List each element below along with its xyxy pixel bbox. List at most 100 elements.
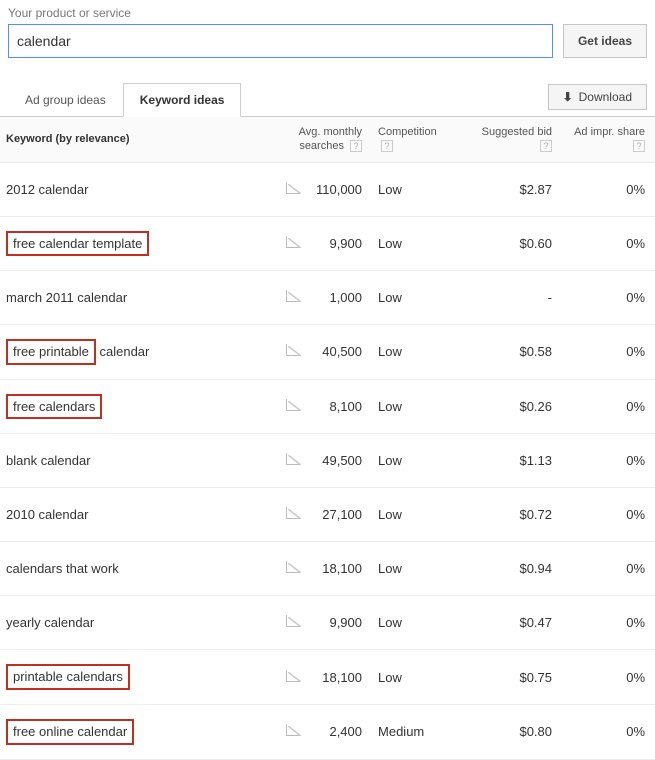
bid-cell: $0.72: [462, 488, 562, 542]
chart-icon: [286, 236, 300, 248]
table-header-row: Keyword (by relevance) Avg. monthly sear…: [0, 117, 655, 162]
chart-icon: [286, 399, 300, 411]
download-label: Download: [579, 90, 632, 104]
help-icon[interactable]: ?: [381, 140, 393, 152]
chart-icon: [286, 507, 300, 519]
table-row: march 2011 calendar 1,000Low-0%: [0, 271, 655, 325]
table-row: free printable calendar40,500Low$0.580%: [0, 325, 655, 380]
keyword-cell[interactable]: printable calendars: [0, 650, 280, 705]
searches-cell: 18,100: [304, 542, 372, 596]
keyword-cell[interactable]: march 2011 calendar: [0, 271, 280, 325]
keyword-table: Keyword (by relevance) Avg. monthly sear…: [0, 117, 655, 760]
chart-icon: [286, 344, 300, 356]
competition-cell: Low: [372, 271, 462, 325]
share-cell: 0%: [562, 162, 655, 216]
col-searches[interactable]: Avg. monthly searches ?: [280, 117, 372, 162]
searches-cell: 9,900: [304, 216, 372, 271]
competition-cell: Low: [372, 162, 462, 216]
competition-cell: Low: [372, 434, 462, 488]
table-row: free calendars8,100Low$0.260%: [0, 379, 655, 434]
col-competition[interactable]: Competition ?: [372, 117, 462, 162]
share-cell: 0%: [562, 650, 655, 705]
help-icon[interactable]: ?: [540, 140, 552, 152]
keyword-cell[interactable]: 2010 calendar: [0, 488, 280, 542]
tab-keyword-ideas[interactable]: Keyword ideas: [123, 83, 242, 117]
trend-chart-icon-cell[interactable]: [280, 434, 304, 488]
search-label: Your product or service: [8, 6, 647, 20]
help-icon[interactable]: ?: [350, 140, 362, 152]
table-row: free calendar template9,900Low$0.600%: [0, 216, 655, 271]
trend-chart-icon-cell[interactable]: [280, 488, 304, 542]
share-cell: 0%: [562, 325, 655, 380]
keyword-cell[interactable]: blank calendar: [0, 434, 280, 488]
col-keyword[interactable]: Keyword (by relevance): [0, 117, 280, 162]
bid-cell: $0.26: [462, 379, 562, 434]
trend-chart-icon-cell[interactable]: [280, 596, 304, 650]
keyword-cell[interactable]: yearly calendar: [0, 596, 280, 650]
competition-cell: Medium: [372, 704, 462, 759]
help-icon[interactable]: ?: [633, 140, 645, 152]
searches-cell: 1,000: [304, 271, 372, 325]
bid-cell: $0.75: [462, 650, 562, 705]
trend-chart-icon-cell[interactable]: [280, 216, 304, 271]
keyword-cell[interactable]: free calendar template: [0, 216, 280, 271]
keyword-cell[interactable]: 2012 calendar: [0, 162, 280, 216]
keyword-cell[interactable]: free printable calendar: [0, 325, 280, 380]
bid-cell: $0.47: [462, 596, 562, 650]
searches-cell: 18,100: [304, 650, 372, 705]
competition-cell: Low: [372, 650, 462, 705]
keyword-cell[interactable]: free calendars: [0, 379, 280, 434]
share-cell: 0%: [562, 704, 655, 759]
table-row: blank calendar49,500Low$1.130%: [0, 434, 655, 488]
bid-cell: $1.13: [462, 434, 562, 488]
keyword-cell[interactable]: calendars that work: [0, 542, 280, 596]
tab-ad-group-ideas[interactable]: Ad group ideas: [8, 83, 123, 117]
col-bid[interactable]: Suggested bid ?: [462, 117, 562, 162]
trend-chart-icon-cell[interactable]: [280, 271, 304, 325]
table-row: 2012 calendar110,000Low$2.870%: [0, 162, 655, 216]
competition-cell: Low: [372, 542, 462, 596]
competition-cell: Low: [372, 325, 462, 380]
share-cell: 0%: [562, 596, 655, 650]
searches-cell: 2,400: [304, 704, 372, 759]
keyword-cell[interactable]: free online calendar: [0, 704, 280, 759]
share-cell: 0%: [562, 271, 655, 325]
competition-cell: Low: [372, 488, 462, 542]
searches-cell: 49,500: [304, 434, 372, 488]
bid-cell: -: [462, 271, 562, 325]
chart-icon: [286, 453, 300, 465]
trend-chart-icon-cell[interactable]: [280, 542, 304, 596]
bid-cell: $0.58: [462, 325, 562, 380]
trend-chart-icon-cell[interactable]: [280, 325, 304, 380]
competition-cell: Low: [372, 596, 462, 650]
col-share[interactable]: Ad impr. share ?: [562, 117, 655, 162]
table-row: free online calendar 2,400Medium$0.800%: [0, 704, 655, 759]
searches-cell: 27,100: [304, 488, 372, 542]
searches-cell: 9,900: [304, 596, 372, 650]
searches-cell: 110,000: [304, 162, 372, 216]
download-button[interactable]: ⬇ Download: [548, 84, 647, 110]
chart-icon: [286, 561, 300, 573]
trend-chart-icon-cell[interactable]: [280, 704, 304, 759]
chart-icon: [286, 670, 300, 682]
search-input[interactable]: [8, 24, 553, 58]
bid-cell: $0.60: [462, 216, 562, 271]
share-cell: 0%: [562, 488, 655, 542]
share-cell: 0%: [562, 542, 655, 596]
searches-cell: 8,100: [304, 379, 372, 434]
bid-cell: $0.80: [462, 704, 562, 759]
trend-chart-icon-cell[interactable]: [280, 162, 304, 216]
table-row: calendars that work18,100Low$0.940%: [0, 542, 655, 596]
trend-chart-icon-cell[interactable]: [280, 650, 304, 705]
competition-cell: Low: [372, 216, 462, 271]
get-ideas-button[interactable]: Get ideas: [563, 24, 647, 58]
chart-icon: [286, 182, 300, 194]
download-icon: ⬇: [563, 90, 573, 104]
table-row: 2010 calendar 27,100Low$0.720%: [0, 488, 655, 542]
chart-icon: [286, 724, 300, 736]
table-row: printable calendars 18,100Low$0.750%: [0, 650, 655, 705]
chart-icon: [286, 290, 300, 302]
share-cell: 0%: [562, 379, 655, 434]
trend-chart-icon-cell[interactable]: [280, 379, 304, 434]
table-row: yearly calendar 9,900Low$0.470%: [0, 596, 655, 650]
